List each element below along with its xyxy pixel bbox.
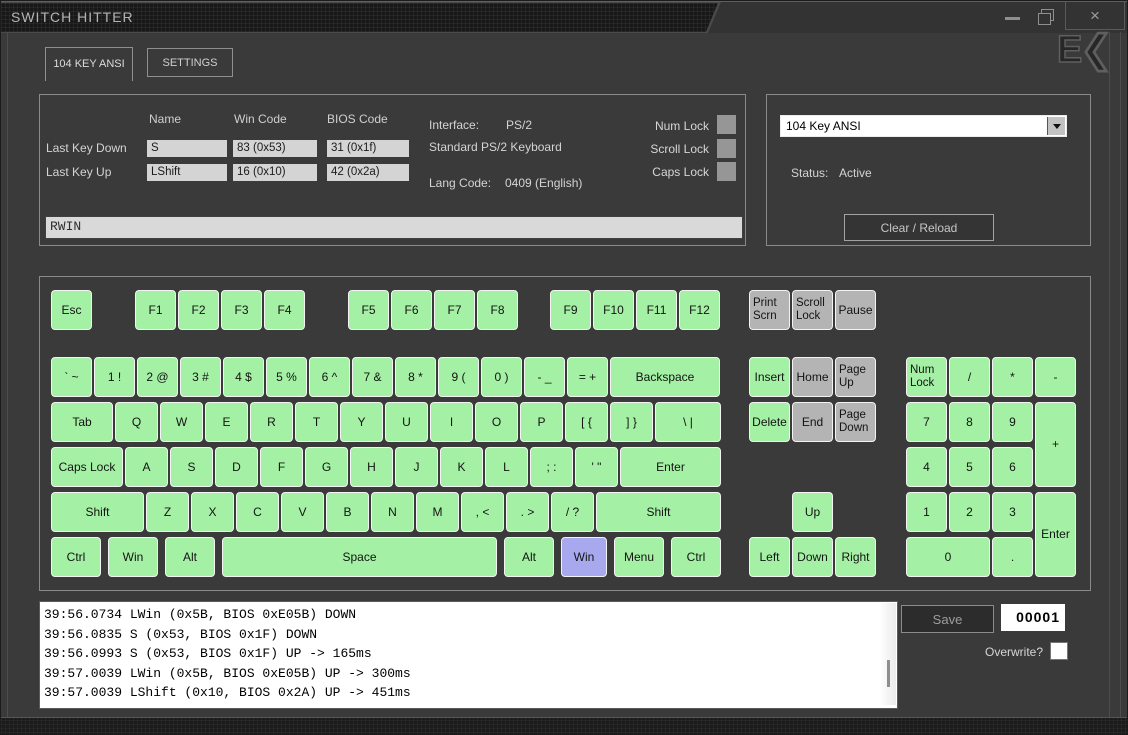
last-key-up-name-field[interactable]: LShift [147, 164, 227, 181]
caps-lock-indicator [717, 162, 736, 181]
num-lock-label: Num Lock [654, 119, 709, 133]
overwrite-label: Overwrite? [984, 645, 1043, 659]
col-header-win-code: Win Code [234, 112, 287, 126]
overwrite-checkbox[interactable] [1050, 642, 1068, 660]
last-key-down-name-field[interactable]: S [147, 140, 227, 157]
close-icon: × [1090, 5, 1100, 25]
log-line: 39:57.0039 LWin (0x5B, BIOS 0xE05B) UP -… [44, 665, 411, 681]
minimize-icon [1005, 17, 1020, 20]
caps-lock-label: Caps Lock [652, 165, 709, 179]
last-key-up-bioscode-field[interactable]: 42 (0x2a) [327, 164, 409, 181]
counter-input[interactable]: 00001 [1001, 604, 1065, 631]
scroll-lock-indicator [717, 139, 736, 158]
interface-value: PS/2 [506, 118, 533, 132]
key-buffer-field[interactable]: RWIN [45, 216, 743, 239]
window-frame-line [7, 32, 8, 717]
tab-settings[interactable]: SETTINGS [147, 48, 233, 77]
layout-select-value: 104 Key ANSI [786, 119, 861, 133]
maximize-button[interactable] [1033, 5, 1059, 29]
clear-reload-button[interactable]: Clear / Reload [844, 214, 994, 241]
log-line: 39:56.0835 S (0x53, BIOS 0x1F) DOWN [44, 626, 318, 642]
bottom-strip [1, 717, 1127, 734]
last-key-down-label: Last Key Down [46, 141, 127, 155]
scroll-lock-label: Scroll Lock [650, 142, 709, 156]
col-header-name: Name [149, 112, 182, 126]
layout-select[interactable]: 104 Key ANSI [780, 115, 1067, 137]
status-value: Active [839, 166, 872, 180]
window-frame-line [1109, 32, 1110, 717]
device-name: Standard PS/2 Keyboard [429, 140, 562, 154]
app-title: SWITCH HITTER [11, 9, 134, 25]
lang-code-label: Lang Code: [429, 176, 492, 190]
minimize-button[interactable] [999, 6, 1025, 28]
status-label: Status: [791, 166, 829, 180]
tab-104-key-ansi[interactable]: 104 KEY ANSI [45, 47, 133, 81]
log-line: 39:56.0993 S (0x53, BIOS 0x1F) UP -> 165… [44, 646, 372, 661]
titlebar: SWITCH HITTER × [1, 1, 1127, 33]
num-lock-indicator [717, 115, 736, 134]
ek-logo: E❮ [1056, 28, 1113, 72]
last-key-down-wincode-field[interactable]: 83 (0x53) [233, 140, 317, 157]
keyboard-panel [39, 276, 1091, 591]
interface-label: Interface: [429, 118, 480, 132]
dropdown-arrow-icon[interactable] [1047, 117, 1065, 135]
log-line: 39:57.0039 LShift (0x10, BIOS 0x2A) UP -… [44, 685, 411, 700]
log-area[interactable]: 39:56.0734 LWin (0x5B, BIOS 0xE05B) DOWN… [39, 601, 898, 709]
save-button[interactable]: Save [901, 605, 994, 633]
col-header-bios-code: BIOS Code [327, 112, 388, 126]
log-line: 39:56.0734 LWin (0x5B, BIOS 0xE05B) DOWN [44, 607, 357, 622]
window-frame-line [1120, 32, 1121, 717]
last-key-up-wincode-field[interactable]: 16 (0x10) [233, 164, 317, 181]
log-scrollbar-thumb[interactable] [887, 660, 890, 687]
close-button[interactable]: × [1065, 2, 1125, 30]
last-key-up-label: Last Key Up [46, 165, 112, 179]
last-key-down-bioscode-field[interactable]: 31 (0x1f) [327, 140, 409, 157]
switch-hitter-window: SWITCH HITTER × E❮ 104 KEY ANSI SETTINGS… [0, 0, 1128, 735]
log-scrollbar[interactable] [881, 603, 896, 705]
